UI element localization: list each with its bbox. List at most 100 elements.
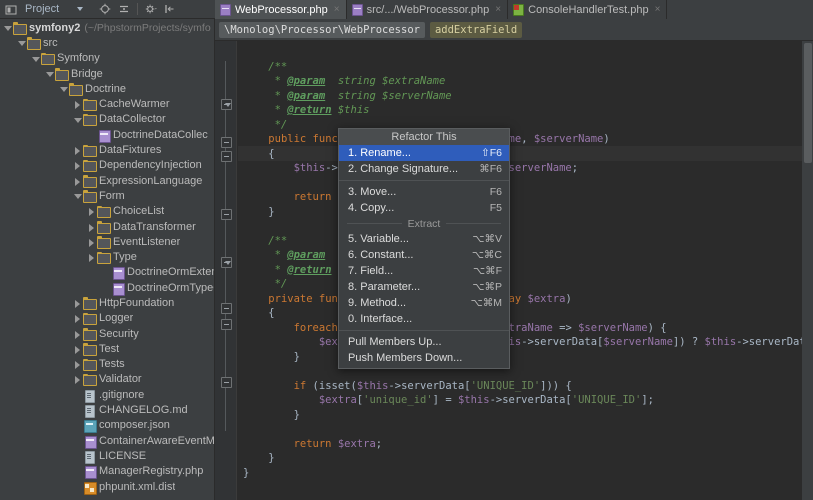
- code-fold-toggle[interactable]: [221, 209, 232, 220]
- code-line[interactable]: [238, 219, 813, 234]
- chevron-closed-icon[interactable]: [86, 236, 97, 247]
- chevron-open-icon[interactable]: [44, 68, 55, 79]
- code-line[interactable]: /**: [238, 60, 813, 75]
- code-line[interactable]: }: [238, 205, 813, 220]
- chevron-closed-icon[interactable]: [72, 343, 83, 354]
- code-line[interactable]: * @param string $extraName: [238, 74, 813, 89]
- tree-item[interactable]: Test: [0, 341, 214, 356]
- code-fold-toggle[interactable]: [221, 377, 232, 388]
- hide-panel-icon[interactable]: [164, 3, 176, 15]
- code-editor[interactable]: /** * @param string $extraName * @param …: [215, 41, 813, 500]
- chevron-closed-icon[interactable]: [72, 145, 83, 156]
- menu-item[interactable]: 3. Move... F6: [339, 184, 509, 200]
- chevron-closed-icon[interactable]: [72, 328, 83, 339]
- code-line[interactable]: */: [238, 118, 813, 133]
- code-line[interactable]: [238, 364, 813, 379]
- code-line[interactable]: {: [238, 306, 813, 321]
- tree-item[interactable]: EventListener: [0, 234, 214, 249]
- editor-tab[interactable]: ConsoleHandlerTest.php ×: [508, 0, 668, 19]
- collapse-all-icon[interactable]: [118, 3, 130, 15]
- code-line[interactable]: $extra[$extraName] = isset($this->server…: [238, 335, 813, 350]
- breadcrumb-class[interactable]: \Monolog\Processor\WebProcessor: [219, 21, 425, 38]
- menu-item[interactable]: 4. Copy... F5: [339, 200, 509, 216]
- chevron-open-icon[interactable]: [2, 22, 13, 33]
- menu-item[interactable]: 5. Variable... ⌥⌘V: [339, 231, 509, 247]
- tree-item[interactable]: ExpressionLanguage: [0, 173, 214, 188]
- chevron-closed-icon[interactable]: [72, 297, 83, 308]
- tree-item[interactable]: DoctrineDataCollec: [0, 127, 214, 143]
- breadcrumb-member[interactable]: addExtraField: [429, 21, 523, 38]
- code-line[interactable]: foreach ($this->extraFields as $extraNam…: [238, 321, 813, 336]
- code-fold-toggle[interactable]: [221, 99, 232, 110]
- code-line[interactable]: [238, 176, 813, 191]
- code-fold-toggle[interactable]: [221, 151, 232, 162]
- code-fold-toggle[interactable]: [221, 137, 232, 148]
- menu-item[interactable]: 9. Method... ⌥⌘M: [339, 295, 509, 311]
- code-line[interactable]: /**: [238, 234, 813, 249]
- tree-item[interactable]: DoctrineOrmTypeG: [0, 280, 214, 296]
- close-icon[interactable]: ×: [334, 4, 340, 15]
- chevron-closed-icon[interactable]: [72, 359, 83, 370]
- code-line[interactable]: }: [238, 408, 813, 423]
- code-fold-toggle[interactable]: [221, 257, 232, 268]
- editor-gutter[interactable]: [215, 41, 237, 500]
- tree-item[interactable]: .gitignore: [0, 387, 214, 403]
- code-line[interactable]: */: [238, 277, 813, 292]
- code-line[interactable]: return $extra;: [238, 437, 813, 452]
- menu-item[interactable]: 8. Parameter... ⌥⌘P: [339, 279, 509, 295]
- code-line[interactable]: }: [238, 466, 813, 481]
- chevron-closed-icon[interactable]: [86, 252, 97, 263]
- tree-item[interactable]: ContainerAwareEventM: [0, 433, 214, 449]
- code-line[interactable]: * @return array: [238, 263, 813, 278]
- chevron-closed-icon[interactable]: [72, 313, 83, 324]
- tree-item[interactable]: ManagerRegistry.php: [0, 464, 214, 480]
- code-line[interactable]: {: [238, 147, 813, 162]
- code-line[interactable]: public function addExtraField($extraName…: [238, 132, 813, 147]
- chevron-closed-icon[interactable]: [72, 160, 83, 171]
- menu-item[interactable]: 2. Change Signature... ⌘F6: [339, 161, 509, 177]
- code-content[interactable]: /** * @param string $extraName * @param …: [238, 41, 813, 500]
- code-line[interactable]: return $this;: [238, 190, 813, 205]
- menu-item[interactable]: 6. Constant... ⌥⌘C: [339, 247, 509, 263]
- code-line[interactable]: }: [238, 350, 813, 365]
- project-dropdown[interactable]: Project: [0, 3, 84, 15]
- chevron-closed-icon[interactable]: [72, 374, 83, 385]
- code-line[interactable]: }: [238, 451, 813, 466]
- tree-item[interactable]: Validator: [0, 372, 214, 387]
- chevron-open-icon[interactable]: [58, 83, 69, 94]
- tree-item[interactable]: HttpFoundation: [0, 295, 214, 310]
- tree-item[interactable]: Bridge: [0, 66, 214, 81]
- tree-item[interactable]: Form: [0, 188, 214, 203]
- tree-item[interactable]: DataCollector: [0, 112, 214, 127]
- editor-tab[interactable]: WebProcessor.php ×: [215, 0, 347, 19]
- code-fold-toggle[interactable]: [221, 303, 232, 314]
- settings-gear-icon[interactable]: [145, 3, 157, 15]
- chevron-closed-icon[interactable]: [72, 175, 83, 186]
- chevron-open-icon[interactable]: [16, 37, 27, 48]
- tree-item[interactable]: Logger: [0, 311, 214, 326]
- tree-item[interactable]: CHANGELOG.md: [0, 402, 214, 419]
- code-line[interactable]: * @param array $extra: [238, 248, 813, 263]
- code-line[interactable]: [238, 45, 813, 60]
- chevron-closed-icon[interactable]: [86, 206, 97, 217]
- tree-item[interactable]: Type: [0, 249, 214, 265]
- close-icon[interactable]: ×: [655, 4, 661, 15]
- tree-item[interactable]: Symfony: [0, 51, 214, 66]
- code-line[interactable]: if (isset($this->serverData['UNIQUE_ID']…: [238, 379, 813, 394]
- scrollbar-thumb[interactable]: [804, 43, 812, 163]
- chevron-open-icon[interactable]: [72, 190, 83, 201]
- tree-item[interactable]: DataFixtures: [0, 142, 214, 158]
- chevron-open-icon[interactable]: [30, 53, 41, 64]
- chevron-open-icon[interactable]: [72, 114, 83, 125]
- tree-item[interactable]: LICENSE: [0, 448, 214, 464]
- editor-scrollbar[interactable]: [802, 41, 813, 500]
- tree-item[interactable]: Security: [0, 326, 214, 341]
- code-line[interactable]: $extra['unique_id'] = $this->serverData[…: [238, 393, 813, 408]
- close-icon[interactable]: ×: [495, 4, 501, 15]
- code-line[interactable]: * @param string $serverName: [238, 89, 813, 104]
- tree-item[interactable]: DoctrineOrmExtens: [0, 265, 214, 281]
- tree-root-symfony2[interactable]: symfony2 (~/PhpstormProjects/symfo: [0, 20, 214, 35]
- tree-item[interactable]: CacheWarmer: [0, 96, 214, 112]
- tree-item[interactable]: DataTransformer: [0, 219, 214, 234]
- tree-item[interactable]: ChoiceList: [0, 204, 214, 219]
